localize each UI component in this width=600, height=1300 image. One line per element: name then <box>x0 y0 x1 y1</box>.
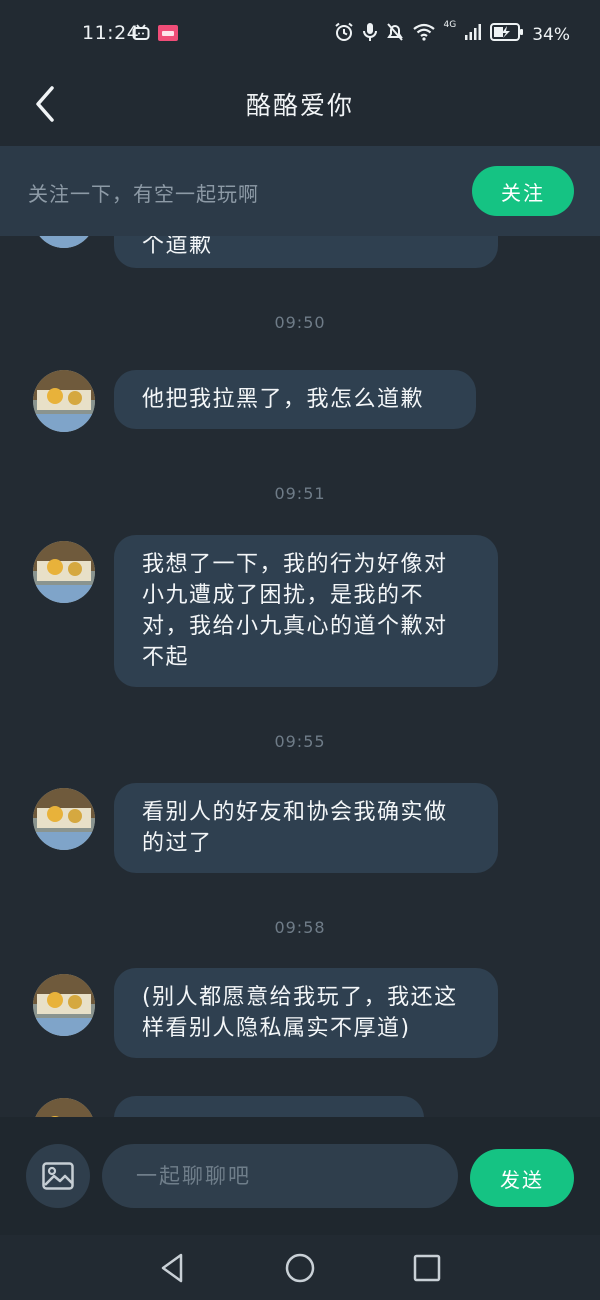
microphone-icon <box>362 22 378 47</box>
message-text: 个道歉 <box>142 236 213 258</box>
wifi-icon <box>412 22 436 47</box>
message-text: 他把我拉黑了，我怎么道歉 <box>142 387 425 412</box>
message-bubble: 我想了一下，我的行为好像对小九遭成了困扰，是我的不对，我给小九真心的道个歉对不起 <box>114 535 498 687</box>
network-type-label: 4G <box>443 20 457 30</box>
triangle-back-icon <box>161 1253 183 1283</box>
mute-bell-icon <box>386 22 404 47</box>
message-bubble: 看别人的好友和协会我确实做的过了 <box>114 783 498 873</box>
message-text: 看别人的好友和协会我确实做的过了 <box>142 800 448 856</box>
circle-home-icon <box>285 1253 315 1283</box>
status-app-icons <box>132 24 178 46</box>
tv-app-icon <box>132 24 150 46</box>
follow-prompt: 关注一下，有空一起玩啊 <box>28 182 259 206</box>
signal-icon <box>464 23 482 46</box>
status-time: 11:24 <box>82 22 140 44</box>
alarm-icon <box>334 22 354 47</box>
avatar[interactable] <box>33 236 95 248</box>
battery-icon <box>490 22 524 47</box>
nav-home-button[interactable] <box>283 1251 317 1285</box>
message-text: 我想了一下，我的行为好像对小九遭成了困扰，是我的不对，我给小九真心的道个歉对不起 <box>142 552 448 670</box>
page-title: 酪酪爱你 <box>245 91 354 120</box>
nav-recents-button[interactable] <box>410 1251 444 1285</box>
message-timestamp: 09:58 <box>274 918 326 937</box>
message-input[interactable] <box>102 1144 458 1208</box>
message-timestamp: 09:55 <box>274 732 326 751</box>
image-picker-button[interactable] <box>26 1144 90 1208</box>
message-bubble <box>114 1096 424 1117</box>
pink-app-icon <box>158 24 178 46</box>
image-icon <box>42 1162 74 1190</box>
status-bar: 11:24 4G 34% <box>0 0 600 68</box>
chat-header: 酪酪爱你 <box>0 68 600 146</box>
avatar[interactable] <box>33 974 95 1036</box>
avatar[interactable] <box>33 1098 95 1117</box>
message-list[interactable]: 个道歉 09:50 他把我拉黑了，我怎么道歉 09:51 我想了一下，我的行为好… <box>0 236 600 1117</box>
status-right: 4G 34% <box>334 20 570 47</box>
avatar[interactable] <box>33 370 95 432</box>
message-timestamp: 09:50 <box>274 313 326 332</box>
nav-back-button[interactable] <box>156 1251 190 1285</box>
follow-button[interactable]: 关注 <box>472 166 574 216</box>
system-nav-bar <box>0 1235 600 1300</box>
avatar[interactable] <box>33 788 95 850</box>
square-recents-icon <box>413 1254 441 1282</box>
avatar[interactable] <box>33 541 95 603</box>
message-bubble: (别人都愿意给我玩了，我还这样看别人隐私属实不厚道) <box>114 968 498 1058</box>
message-bubble: 他把我拉黑了，我怎么道歉 <box>114 370 476 429</box>
send-button[interactable]: 发送 <box>470 1149 574 1207</box>
message-composer: 发送 <box>0 1117 600 1235</box>
battery-percent: 34% <box>532 24 570 45</box>
message-bubble: 个道歉 <box>114 236 498 268</box>
message-timestamp: 09:51 <box>274 484 326 503</box>
follow-banner: 关注一下，有空一起玩啊 关注 <box>0 146 600 236</box>
message-text: (别人都愿意给我玩了，我还这样看别人隐私属实不厚道) <box>142 985 458 1041</box>
